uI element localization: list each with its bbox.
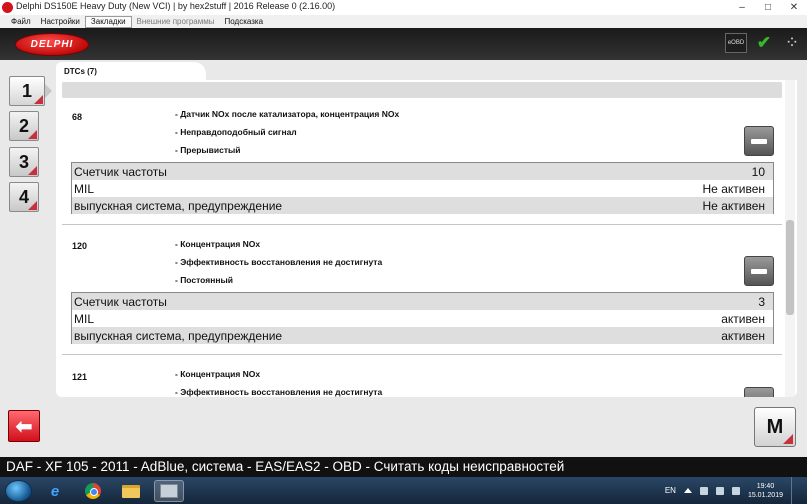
dtc-description: - Концентрация NOx <box>175 369 261 379</box>
system-tray: EN 19:40 15.01.2019 <box>665 477 799 504</box>
menu-file[interactable]: Файл <box>6 16 36 28</box>
arrow-left-icon: ⬅ <box>15 415 33 438</box>
delphi-app-icon <box>160 484 178 498</box>
info-row: выпускная система, предупреждение Не акти… <box>72 197 773 214</box>
dtc-info-table: Счетчик частоты 3 MIL активен выпускная си… <box>71 292 774 344</box>
previous-item-footer <box>62 82 782 98</box>
dtc-panel: 68 - Датчик NOx после катализатора, конц… <box>56 80 797 397</box>
explorer-icon <box>122 484 140 498</box>
dtc-code: 120 <box>72 241 88 251</box>
separator <box>62 224 782 225</box>
maximize-button[interactable]: □ <box>755 0 781 15</box>
dtc-code: 121 <box>72 372 88 382</box>
menu-m-button[interactable]: M <box>754 407 796 447</box>
language-indicator[interactable]: EN <box>665 486 676 495</box>
show-desktop-button[interactable] <box>791 477 799 504</box>
clock-time: 19:40 <box>756 482 775 490</box>
status-bar: DAF - XF 105 - 2011 - AdBlue, система - … <box>0 457 807 477</box>
menu-external-programs[interactable]: Внешние программы <box>132 16 220 28</box>
close-button[interactable]: ✕ <box>781 0 807 15</box>
minimize-button[interactable]: – <box>729 0 755 15</box>
info-row: MIL Не активен <box>74 181 765 196</box>
minus-icon <box>751 138 767 144</box>
taskbar-delphi[interactable] <box>154 480 184 502</box>
collapse-button[interactable] <box>744 256 774 286</box>
tray-expand-icon[interactable] <box>683 488 692 493</box>
delphi-logo: DELPHI <box>15 33 89 56</box>
collapse-button[interactable] <box>744 387 774 397</box>
dtc-description: - Прерывистый <box>175 145 241 155</box>
separator <box>62 354 782 355</box>
info-row: Счетчик частоты 10 <box>72 163 773 180</box>
status-text: DAF - XF 105 - 2011 - AdBlue, система - … <box>6 459 565 474</box>
start-button[interactable] <box>5 480 32 502</box>
collapse-button[interactable] <box>744 126 774 156</box>
info-row: Счетчик частоты 3 <box>72 293 773 310</box>
menu-help[interactable]: Подсказка <box>220 16 269 28</box>
spinner-icon: ⁘ <box>784 33 800 52</box>
menu-settings[interactable]: Настройки <box>36 16 85 28</box>
tab-dtcs[interactable]: DTCs (7) <box>56 62 206 82</box>
header-icons: eOBD ✔ ⁘ <box>725 33 803 53</box>
back-button[interactable]: ⬅ <box>8 410 40 442</box>
chrome-icon <box>85 483 101 499</box>
dtc-info-table: Счетчик частоты 10 MIL Не активен выпускна… <box>71 162 774 214</box>
dtc-description: - Эффективность восстановления не достиг… <box>175 257 383 267</box>
taskbar-chrome[interactable] <box>78 480 108 502</box>
dtc-description: - Постоянный <box>175 275 233 285</box>
dtc-code: 68 <box>72 112 83 122</box>
app-icon <box>2 2 13 13</box>
window-controls: – □ ✕ <box>729 0 807 15</box>
minus-icon <box>751 268 767 274</box>
dtc-description: - Датчик NOx после катализатора, концент… <box>175 109 400 119</box>
window-title: Delphi DS150E Heavy Duty (New VCI) | by … <box>16 1 336 11</box>
step-2-button[interactable]: 2 <box>9 111 39 141</box>
check-icon[interactable]: ✔ <box>753 33 775 53</box>
scrollbar-thumb[interactable] <box>786 220 794 315</box>
info-row: выпускная система, предупреждение активен <box>72 327 773 344</box>
dtc-description: - Эффективность восстановления не достиг… <box>175 387 383 397</box>
step-1-button[interactable]: 1 <box>9 76 52 106</box>
dtc-item: 120 - Концентрация NOx - Эффективность в… <box>62 224 782 354</box>
app-header <box>0 28 807 60</box>
info-row: MIL активен <box>74 311 765 326</box>
dtc-description: - Концентрация NOx <box>175 239 261 249</box>
window-title-bar: Delphi DS150E Heavy Duty (New VCI) | by … <box>0 0 807 15</box>
network-icon[interactable] <box>715 486 724 495</box>
clock-date: 15.01.2019 <box>747 491 783 499</box>
menu-bookmarks[interactable]: Закладки <box>84 15 132 28</box>
clock[interactable]: 19:40 15.01.2019 <box>748 482 783 500</box>
dtc-item: 121 - Концентрация NOx - Эффективность в… <box>62 354 782 397</box>
step-3-button[interactable]: 3 <box>9 147 39 177</box>
eobd-icon[interactable]: eOBD <box>725 33 747 53</box>
flag-icon[interactable] <box>699 486 708 495</box>
dtc-item: 68 - Датчик NOx после катализатора, конц… <box>62 98 782 223</box>
taskbar-explorer[interactable] <box>116 480 146 502</box>
taskbar-ie[interactable]: e <box>40 480 70 502</box>
dtc-description: - Неправдоподобный сигнал <box>175 127 297 137</box>
menu-bar: Файл Настройки Закладки Внешние программ… <box>0 15 807 28</box>
volume-icon[interactable] <box>731 486 740 495</box>
dtc-list[interactable]: 68 - Датчик NOx после катализатора, конц… <box>56 80 797 397</box>
ie-icon: e <box>50 482 60 500</box>
step-4-button[interactable]: 4 <box>9 182 39 212</box>
